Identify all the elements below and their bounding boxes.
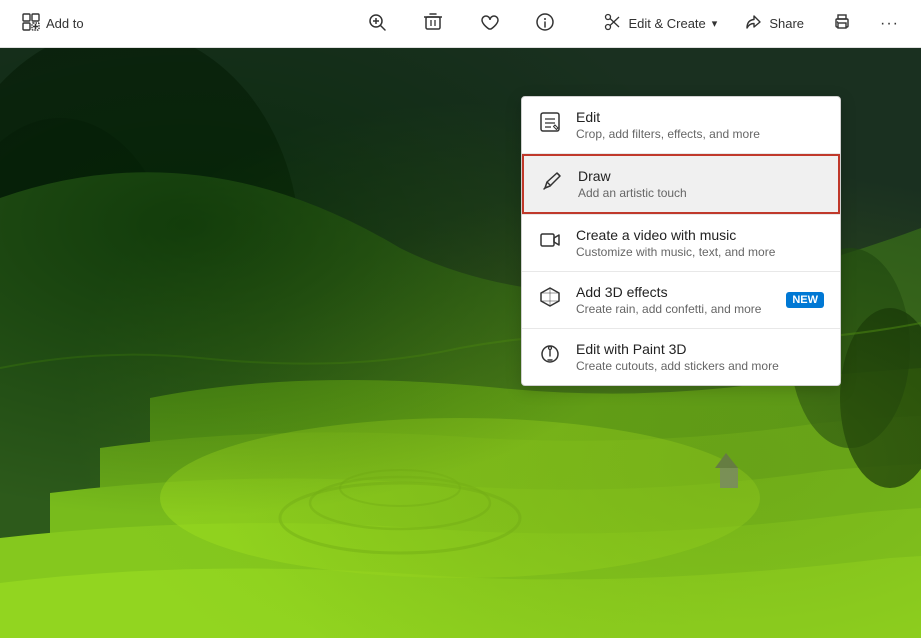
zoom-icon	[367, 12, 387, 35]
add-to-button[interactable]: Add to	[12, 7, 94, 40]
favorite-button[interactable]	[469, 6, 509, 41]
edit-menu-title: Edit	[576, 109, 760, 125]
draw-menu-text: Draw Add an artistic touch	[578, 168, 687, 200]
edit-menu-icon	[538, 111, 562, 133]
edit-menu-desc: Crop, add filters, effects, and more	[576, 127, 760, 141]
threed-menu-right: Add 3D effects Create rain, add confetti…	[576, 284, 824, 316]
toolbar-right: Edit & Create ▾ Share ···	[594, 6, 909, 41]
menu-item-paint3d[interactable]: Edit with Paint 3D Create cutouts, add s…	[522, 329, 840, 385]
paint3d-menu-desc: Create cutouts, add stickers and more	[576, 359, 779, 373]
info-icon	[535, 12, 555, 35]
zoom-button[interactable]	[357, 6, 397, 41]
menu-item-3d[interactable]: Add 3D effects Create rain, add confetti…	[522, 272, 840, 328]
edit-create-button[interactable]: Edit & Create ▾	[594, 7, 727, 40]
add-to-label: Add to	[46, 16, 84, 31]
toolbar-center	[357, 6, 565, 41]
main-photo-area: Edit Crop, add filters, effects, and mor…	[0, 48, 921, 638]
menu-item-draw[interactable]: Draw Add an artistic touch	[522, 154, 840, 214]
draw-menu-title: Draw	[578, 168, 687, 184]
video-menu-desc: Customize with music, text, and more	[576, 245, 775, 259]
print-icon	[832, 12, 852, 35]
more-button[interactable]: ···	[870, 9, 909, 39]
new-badge: NEW	[786, 292, 824, 308]
draw-menu-desc: Add an artistic touch	[578, 186, 687, 200]
add-to-icon	[22, 13, 40, 34]
edit-menu-text: Edit Crop, add filters, effects, and mor…	[576, 109, 760, 141]
heart-icon	[479, 12, 499, 35]
toolbar: Add to	[0, 0, 921, 48]
video-menu-icon	[538, 229, 562, 251]
video-menu-title: Create a video with music	[576, 227, 775, 243]
dropdown-menu: Edit Crop, add filters, effects, and mor…	[521, 96, 841, 386]
video-menu-text: Create a video with music Customize with…	[576, 227, 775, 259]
menu-item-video[interactable]: Create a video with music Customize with…	[522, 215, 840, 271]
threed-menu-title: Add 3D effects	[576, 284, 761, 300]
chevron-down-icon: ▾	[712, 17, 718, 30]
menu-item-edit[interactable]: Edit Crop, add filters, effects, and mor…	[522, 97, 840, 153]
more-icon: ···	[880, 15, 899, 33]
edit-create-label: Edit & Create	[628, 16, 705, 31]
paint3d-menu-icon	[538, 343, 562, 365]
delete-button[interactable]	[413, 6, 453, 41]
share-icon	[745, 13, 763, 34]
scissors-icon	[604, 13, 622, 34]
share-button[interactable]: Share	[735, 7, 814, 40]
draw-menu-icon	[540, 170, 564, 192]
paint3d-menu-title: Edit with Paint 3D	[576, 341, 779, 357]
print-button[interactable]	[822, 6, 862, 41]
threed-menu-icon	[538, 286, 562, 308]
threed-menu-text: Add 3D effects Create rain, add confetti…	[576, 284, 761, 316]
share-label: Share	[769, 16, 804, 31]
paint3d-menu-text: Edit with Paint 3D Create cutouts, add s…	[576, 341, 779, 373]
info-button[interactable]	[525, 6, 565, 41]
threed-menu-desc: Create rain, add confetti, and more	[576, 302, 761, 316]
delete-icon	[423, 12, 443, 35]
